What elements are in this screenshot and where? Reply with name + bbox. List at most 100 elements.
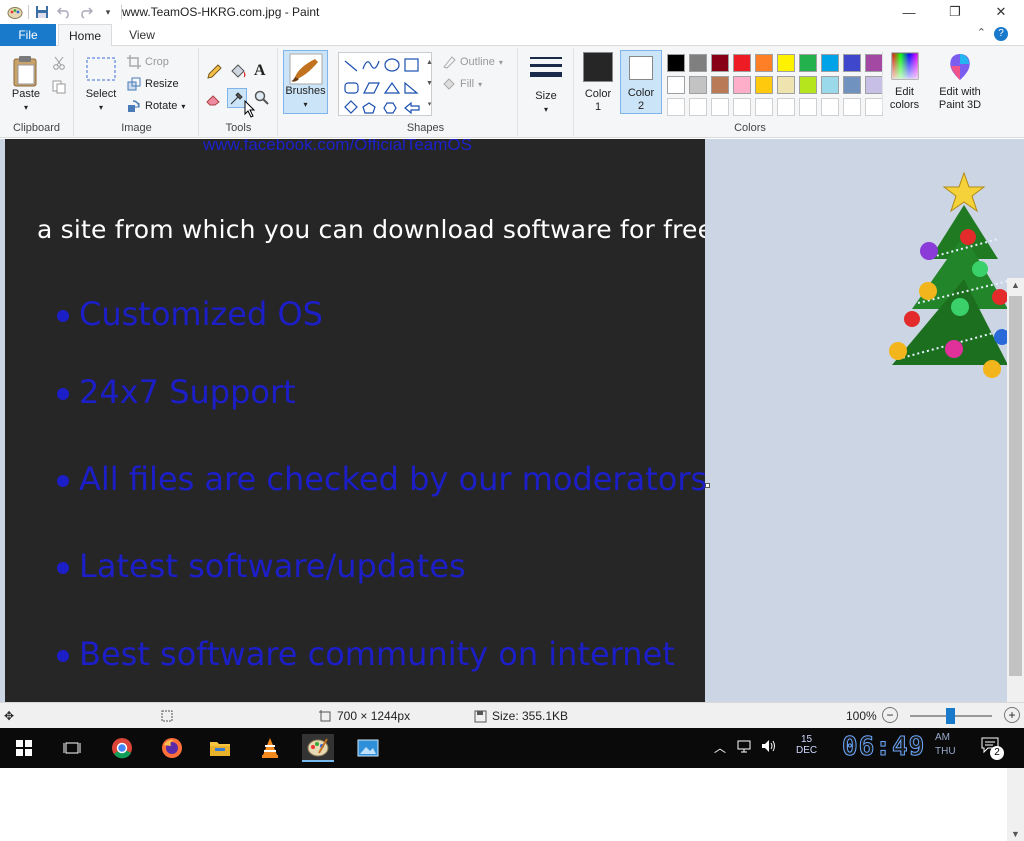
color1-button[interactable]: Color 1: [578, 52, 618, 114]
copy-icon[interactable]: [52, 80, 66, 97]
fill-button[interactable]: Fill ▾: [442, 74, 482, 94]
chrome-taskbar-button[interactable]: [106, 734, 138, 762]
scroll-down-icon[interactable]: ▼: [1007, 829, 1024, 839]
clock-time[interactable]: 06:49: [841, 732, 925, 763]
brushes-button[interactable]: Brushes ▾: [283, 50, 328, 114]
scroll-up-icon[interactable]: ▲: [1007, 280, 1024, 290]
show-hidden-icons-icon[interactable]: ︿: [714, 739, 726, 756]
rotate-button[interactable]: Rotate ▾: [127, 96, 185, 116]
bullet-dot-icon: [57, 475, 69, 487]
color-swatch[interactable]: [777, 76, 795, 94]
outline-dropdown-icon: ▾: [498, 57, 503, 67]
edit-with-paint3d-button[interactable]: Edit with Paint 3D: [930, 52, 990, 112]
color-swatch[interactable]: [799, 54, 817, 72]
tab-file[interactable]: File: [0, 24, 56, 46]
color-swatch[interactable]: [689, 54, 707, 72]
color-swatch[interactable]: [667, 54, 685, 72]
eraser-icon[interactable]: [206, 92, 222, 109]
tab-view[interactable]: View: [116, 24, 168, 46]
fill-bucket-icon[interactable]: [229, 64, 247, 83]
paste-icon: [13, 56, 37, 87]
outline-button[interactable]: Outline ▾: [442, 52, 503, 72]
color-swatch[interactable]: [777, 54, 795, 72]
color-swatch[interactable]: [755, 98, 773, 116]
firefox-taskbar-button[interactable]: [156, 734, 188, 762]
qa-divider: [28, 5, 29, 19]
image-canvas[interactable]: www.facebook.com/OfficialTeamOS a site f…: [5, 139, 705, 702]
select-button[interactable]: Select ▾: [81, 56, 121, 114]
zoom-out-icon[interactable]: −: [882, 707, 898, 723]
resize-button[interactable]: Resize: [127, 74, 179, 94]
color2-button[interactable]: Color 2: [620, 50, 662, 114]
canvas-resize-handle[interactable]: [705, 483, 710, 488]
color-swatch[interactable]: [755, 54, 773, 72]
firefox-icon: [162, 738, 182, 758]
zoom-in-icon[interactable]: +: [1004, 707, 1020, 723]
photos-taskbar-button[interactable]: [352, 734, 384, 762]
paint3d-icon: [950, 54, 970, 80]
undo-icon[interactable]: [55, 3, 73, 21]
bullet-dot-icon: [57, 388, 69, 400]
crop-button[interactable]: Crop: [127, 52, 169, 72]
color-swatch[interactable]: [843, 76, 861, 94]
paint-taskbar-button[interactable]: [302, 734, 334, 762]
edit-colors-icon: [891, 52, 918, 80]
fill-dropdown-icon: ▾: [478, 79, 483, 89]
zoom-slider-thumb[interactable]: [946, 708, 955, 724]
color-swatch[interactable]: [821, 76, 839, 94]
color-swatch[interactable]: [865, 76, 883, 94]
file-explorer-taskbar-button[interactable]: [204, 734, 236, 762]
maximize-button[interactable]: ❐: [932, 0, 978, 24]
canvas-area[interactable]: www.facebook.com/OfficialTeamOS a site f…: [0, 139, 1024, 841]
color-swatch[interactable]: [865, 54, 883, 72]
color-swatch[interactable]: [733, 98, 751, 116]
paint-app-icon[interactable]: [6, 3, 24, 21]
color-swatch[interactable]: [821, 98, 839, 116]
color-swatch[interactable]: [865, 98, 883, 116]
scrollbar-thumb[interactable]: [1009, 296, 1022, 676]
color-swatch[interactable]: [799, 76, 817, 94]
network-icon[interactable]: [736, 738, 752, 757]
color-swatch[interactable]: [689, 76, 707, 94]
size-group: Size ▾: [519, 48, 574, 136]
color-swatch[interactable]: [799, 98, 817, 116]
shapes-scroll[interactable]: ▲ ▼ ▾: [424, 52, 435, 116]
start-button[interactable]: [8, 734, 40, 762]
save-icon[interactable]: [33, 3, 51, 21]
color1-swatch: [583, 52, 613, 82]
size-button[interactable]: Size ▾: [525, 54, 567, 116]
color-swatch[interactable]: [689, 98, 707, 116]
task-view-button[interactable]: [56, 734, 88, 762]
color-swatch[interactable]: [711, 76, 729, 94]
paste-button[interactable]: Paste ▾: [6, 54, 46, 114]
customize-qa-dropdown-icon[interactable]: ▾: [99, 3, 117, 21]
vlc-taskbar-button[interactable]: [254, 734, 286, 762]
color-swatch[interactable]: [755, 76, 773, 94]
cut-icon[interactable]: [52, 56, 66, 73]
minimize-button[interactable]: —: [886, 0, 932, 24]
text-icon[interactable]: A: [254, 62, 266, 80]
help-icon[interactable]: ?: [994, 27, 1008, 41]
tab-home[interactable]: Home: [58, 24, 112, 47]
magnifier-icon[interactable]: [254, 90, 270, 109]
color-swatch[interactable]: [711, 98, 729, 116]
redo-icon[interactable]: [77, 3, 95, 21]
quick-access-toolbar: ▾: [0, 0, 122, 24]
color-swatch[interactable]: [843, 54, 861, 72]
color-swatch[interactable]: [777, 98, 795, 116]
collapse-ribbon-icon[interactable]: ⌃: [977, 26, 986, 39]
close-button[interactable]: ✕: [978, 0, 1024, 24]
color-swatch[interactable]: [821, 54, 839, 72]
color-swatch[interactable]: [667, 98, 685, 116]
pencil-icon[interactable]: [206, 64, 222, 83]
edit-colors-button[interactable]: Edit colors: [882, 52, 924, 112]
action-center-button[interactable]: 2: [980, 736, 1008, 760]
color-swatch[interactable]: [733, 54, 751, 72]
folder-icon: [210, 742, 230, 756]
color-swatch[interactable]: [843, 98, 861, 116]
color-swatch[interactable]: [667, 76, 685, 94]
volume-icon[interactable]: [760, 738, 776, 757]
color-swatch[interactable]: [711, 54, 729, 72]
color-swatch[interactable]: [733, 76, 751, 94]
shapes-gallery[interactable]: [338, 52, 432, 116]
